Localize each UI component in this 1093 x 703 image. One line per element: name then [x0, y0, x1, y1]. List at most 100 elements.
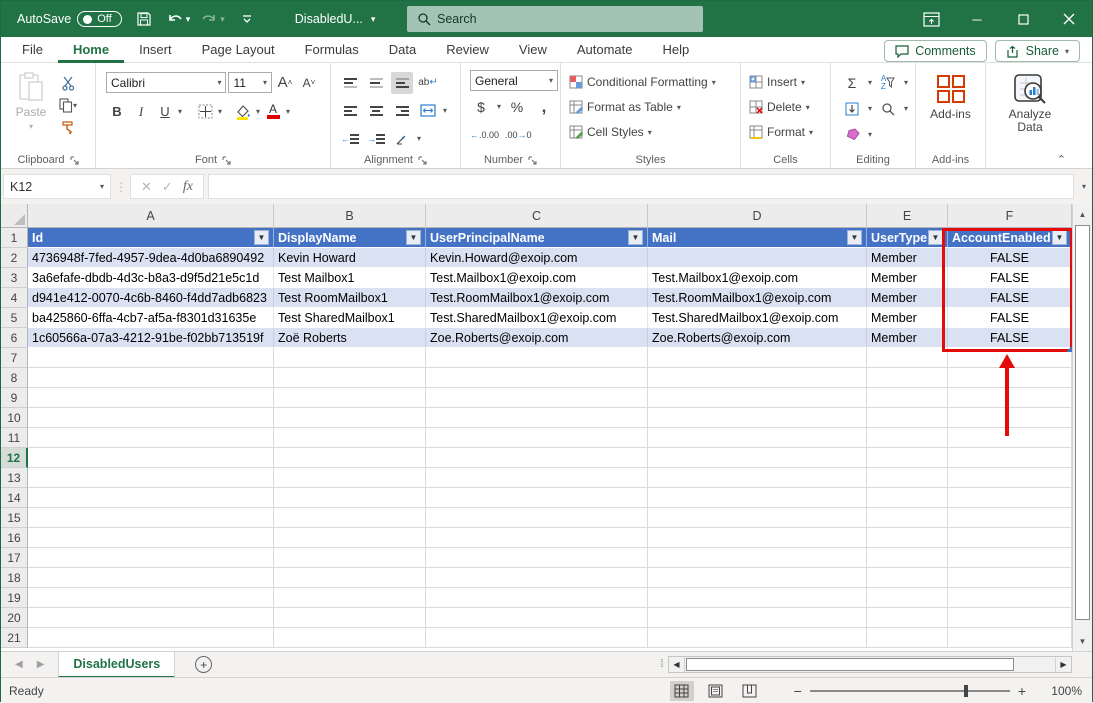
grid-cell[interactable]: Member [867, 248, 948, 268]
tab-help[interactable]: Help [648, 37, 705, 63]
grid-cell[interactable] [274, 508, 426, 528]
grid-cell[interactable] [867, 508, 948, 528]
grid-cell[interactable] [426, 368, 648, 388]
grid-cell[interactable]: Test.RoomMailbox1@exoip.com [426, 288, 648, 308]
ribbon-display-options-button[interactable] [908, 1, 954, 37]
grid-cell[interactable]: Test Mailbox1 [274, 268, 426, 288]
orientation-dropdown-icon[interactable]: ▾ [417, 134, 421, 143]
row-header-2[interactable]: 2 [1, 248, 28, 268]
grid-cell[interactable] [867, 368, 948, 388]
name-box[interactable]: K12 ▾ [3, 174, 111, 199]
filter-dropdown-icon[interactable]: ▼ [928, 230, 943, 245]
row-header-14[interactable]: 14 [1, 488, 28, 508]
grid-cell[interactable] [648, 368, 867, 388]
tab-formulas[interactable]: Formulas [290, 37, 374, 63]
cell-styles-button[interactable]: Cell Styles▾ [569, 120, 716, 144]
grid-cell[interactable] [948, 588, 1072, 608]
tab-automate[interactable]: Automate [562, 37, 648, 63]
filter-dropdown-icon[interactable]: ▼ [847, 230, 862, 245]
grid-cell[interactable] [948, 568, 1072, 588]
undo-button[interactable]: ▾ [166, 6, 191, 32]
scroll-left-icon[interactable]: ◀ [669, 657, 685, 672]
collapse-ribbon-icon[interactable]: ⌃ [1057, 153, 1066, 166]
grid-cell[interactable] [948, 608, 1072, 628]
row-header-6[interactable]: 6 [1, 328, 28, 348]
grid-cell[interactable] [426, 608, 648, 628]
align-left-button[interactable] [339, 100, 361, 122]
increase-indent-button[interactable]: → [365, 128, 387, 150]
grid-cell[interactable]: Kevin Howard [274, 248, 426, 268]
row-header-1[interactable]: 1 [1, 228, 28, 248]
grid-cell[interactable] [274, 388, 426, 408]
grid-cell[interactable] [426, 508, 648, 528]
page-layout-view-button[interactable] [704, 681, 728, 701]
grid-cell[interactable] [274, 408, 426, 428]
previous-sheet-icon[interactable]: ◀ [15, 659, 23, 670]
row-header-5[interactable]: 5 [1, 308, 28, 328]
grid-cell[interactable] [948, 448, 1072, 468]
grid-cell[interactable] [867, 588, 948, 608]
grid-cell[interactable] [28, 408, 274, 428]
tab-home[interactable]: Home [58, 37, 124, 63]
share-button[interactable]: Share ▾ [995, 40, 1080, 62]
merge-dropdown-icon[interactable]: ▾ [443, 106, 447, 115]
underline-dropdown-icon[interactable]: ▾ [178, 107, 182, 116]
normal-view-button[interactable] [670, 681, 694, 701]
grid-cell[interactable]: d941e412-0070-4c6b-8460-f4dd7adb6823 [28, 288, 274, 308]
grid-cell[interactable]: Zoe.Roberts@exoip.com [426, 328, 648, 348]
format-painter-button[interactable] [57, 116, 79, 138]
quick-access-toolbar-button[interactable] [235, 6, 259, 32]
grid-cell[interactable] [867, 548, 948, 568]
row-header-4[interactable]: 4 [1, 288, 28, 308]
grid-cell[interactable] [274, 608, 426, 628]
borders-button[interactable] [194, 101, 216, 123]
fill-button[interactable] [841, 98, 863, 120]
tab-insert[interactable]: Insert [124, 37, 187, 63]
clear-button[interactable] [841, 124, 863, 146]
analyze-data-button[interactable]: Analyze Data [995, 70, 1065, 134]
row-header-9[interactable]: 9 [1, 388, 28, 408]
filter-dropdown-icon[interactable]: ▼ [628, 230, 643, 245]
font-color-button[interactable]: A [262, 101, 284, 123]
grid-cell[interactable] [28, 468, 274, 488]
grid-cell[interactable] [867, 528, 948, 548]
grid-cell[interactable] [274, 488, 426, 508]
comments-button[interactable]: Comments [884, 40, 986, 62]
grid-cell[interactable] [648, 608, 867, 628]
grid-cell[interactable]: Member [867, 308, 948, 328]
decrease-decimal-button[interactable]: .00→0 [505, 124, 532, 146]
grid-cell[interactable]: Test.Mailbox1@exoip.com [426, 268, 648, 288]
grid-cell[interactable] [274, 548, 426, 568]
grid-cell[interactable] [28, 388, 274, 408]
close-button[interactable] [1046, 1, 1092, 37]
grid-cell[interactable] [648, 588, 867, 608]
wrap-text-button[interactable]: ab↵ [417, 72, 439, 94]
grid-cell[interactable] [867, 408, 948, 428]
row-header-21[interactable]: 21 [1, 628, 28, 648]
grid-cell[interactable] [28, 348, 274, 368]
sheet-tab-disabledusers[interactable]: DisabledUsers [58, 652, 175, 678]
grid-cell[interactable]: Test RoomMailbox1 [274, 288, 426, 308]
percent-style-button[interactable]: % [506, 96, 528, 118]
grid-cell[interactable] [28, 448, 274, 468]
grid-cell[interactable] [867, 608, 948, 628]
select-all-button[interactable] [1, 204, 28, 228]
insert-function-icon[interactable]: fx [183, 179, 193, 195]
grid-cell[interactable]: Member [867, 328, 948, 348]
filter-dropdown-icon[interactable]: ▼ [254, 230, 269, 245]
tab-split-handle[interactable]: ⁞⁞ [660, 658, 662, 670]
grid-cell[interactable] [426, 348, 648, 368]
decrease-indent-button[interactable]: ← [339, 128, 361, 150]
table-header-UserPrincipalName[interactable]: UserPrincipalName▼ [426, 228, 648, 248]
grid-cell[interactable] [28, 428, 274, 448]
table-header-UserType[interactable]: UserType▼ [867, 228, 948, 248]
paste-button[interactable]: Paste ▾ [5, 68, 57, 131]
number-format-combo[interactable]: General▾ [470, 70, 558, 91]
conditional-formatting-button[interactable]: Conditional Formatting▾ [569, 70, 716, 94]
grid-cell[interactable] [274, 448, 426, 468]
column-header-B[interactable]: B [274, 204, 426, 228]
row-header-12[interactable]: 12 [1, 448, 28, 468]
undo-dropdown-icon[interactable]: ▾ [186, 14, 191, 25]
grid-cell[interactable] [867, 488, 948, 508]
borders-dropdown-icon[interactable]: ▾ [218, 107, 222, 116]
